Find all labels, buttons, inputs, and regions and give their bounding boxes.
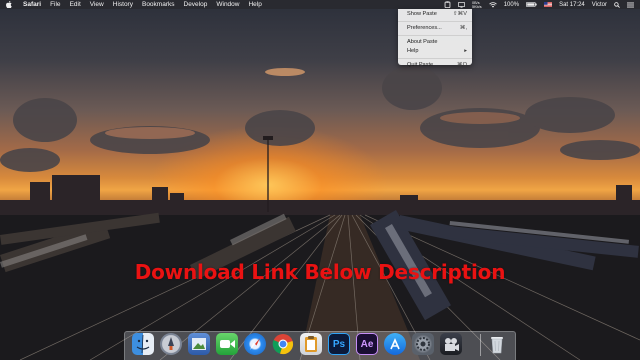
menu-item-help[interactable]: Help ▸ bbox=[398, 47, 472, 56]
menu-item-shortcut: ⌘, bbox=[459, 25, 467, 31]
network-speed[interactable]: 0B/s 5Kb/s bbox=[472, 1, 482, 9]
us-flag-icon[interactable] bbox=[544, 2, 553, 7]
facetime-icon[interactable] bbox=[216, 333, 238, 355]
menu-item-label: Quit Paste bbox=[407, 62, 434, 68]
apple-icon[interactable] bbox=[6, 1, 16, 8]
safari-icon[interactable] bbox=[244, 333, 266, 355]
menu-safari[interactable]: Safari bbox=[23, 0, 41, 9]
launchpad-icon[interactable] bbox=[160, 333, 182, 355]
user-name[interactable]: Victor bbox=[592, 2, 607, 8]
menu-history[interactable]: History bbox=[113, 0, 133, 9]
paste-app-icon[interactable] bbox=[300, 333, 322, 355]
menu-item-about-paste[interactable]: About Paste bbox=[398, 38, 472, 47]
dock-separator bbox=[480, 334, 481, 356]
imovie-icon[interactable] bbox=[440, 333, 462, 355]
menu-separator bbox=[398, 21, 472, 22]
finder-icon[interactable] bbox=[132, 333, 154, 355]
after-effects-icon[interactable]: Ae bbox=[356, 333, 378, 355]
menu-item-label: Help bbox=[407, 48, 419, 54]
status-area: 0B/s 5Kb/s 100% Sat 17:24 Victor bbox=[444, 0, 634, 9]
menu-develop[interactable]: Develop bbox=[184, 0, 208, 9]
desktop-wallpaper bbox=[0, 0, 640, 360]
paste-clipboard-icon[interactable] bbox=[444, 1, 451, 8]
menu-bookmarks[interactable]: Bookmarks bbox=[142, 0, 175, 9]
menu-item-show-paste[interactable]: Show Paste ⇧⌘V bbox=[398, 10, 472, 19]
monitor-icon[interactable] bbox=[458, 1, 465, 8]
battery-percent[interactable]: 100% bbox=[504, 2, 519, 8]
menu-bar: Safari File Edit View History Bookmarks … bbox=[0, 0, 640, 9]
battery-icon[interactable] bbox=[526, 2, 537, 7]
paste-menu: Show Paste ⇧⌘V Preferences... ⌘, About P… bbox=[398, 9, 472, 68]
menu-item-preferences[interactable]: Preferences... ⌘, bbox=[398, 24, 472, 33]
menu-item-shortcut: ⇧⌘V bbox=[452, 11, 467, 17]
menu-item-shortcut: ⌘Q bbox=[457, 62, 467, 68]
notification-center-icon[interactable] bbox=[627, 2, 634, 8]
photoshop-icon[interactable]: Ps bbox=[328, 333, 350, 355]
menu-file[interactable]: File bbox=[50, 0, 60, 9]
menu-window[interactable]: Window bbox=[216, 0, 239, 9]
menu-view[interactable]: View bbox=[90, 0, 104, 9]
preview-icon[interactable] bbox=[188, 333, 210, 355]
clock[interactable]: Sat 17:24 bbox=[559, 2, 585, 8]
menu-edit[interactable]: Edit bbox=[70, 0, 81, 9]
menu-separator bbox=[398, 35, 472, 36]
menu-item-label: Show Paste bbox=[407, 11, 437, 17]
network-speed-down: 5Kb/s bbox=[472, 4, 482, 9]
app-store-icon[interactable] bbox=[384, 333, 406, 355]
submenu-arrow-icon: ▸ bbox=[464, 48, 467, 54]
menu-item-label: About Paste bbox=[407, 39, 438, 45]
chrome-icon[interactable] bbox=[272, 333, 294, 355]
trash-icon[interactable] bbox=[486, 333, 508, 355]
spotlight-search-icon[interactable] bbox=[614, 1, 620, 8]
menu-item-quit-paste[interactable]: Quit Paste ⌘Q bbox=[398, 61, 472, 70]
wifi-icon[interactable] bbox=[488, 1, 497, 8]
menu-separator bbox=[398, 58, 472, 59]
system-preferences-icon[interactable] bbox=[412, 333, 434, 355]
menu-item-label: Preferences... bbox=[407, 25, 442, 31]
menu-help[interactable]: Help bbox=[248, 0, 261, 9]
download-link-overlay-text: Download Link Below Description bbox=[134, 260, 506, 284]
wallpaper-scene bbox=[0, 66, 640, 360]
